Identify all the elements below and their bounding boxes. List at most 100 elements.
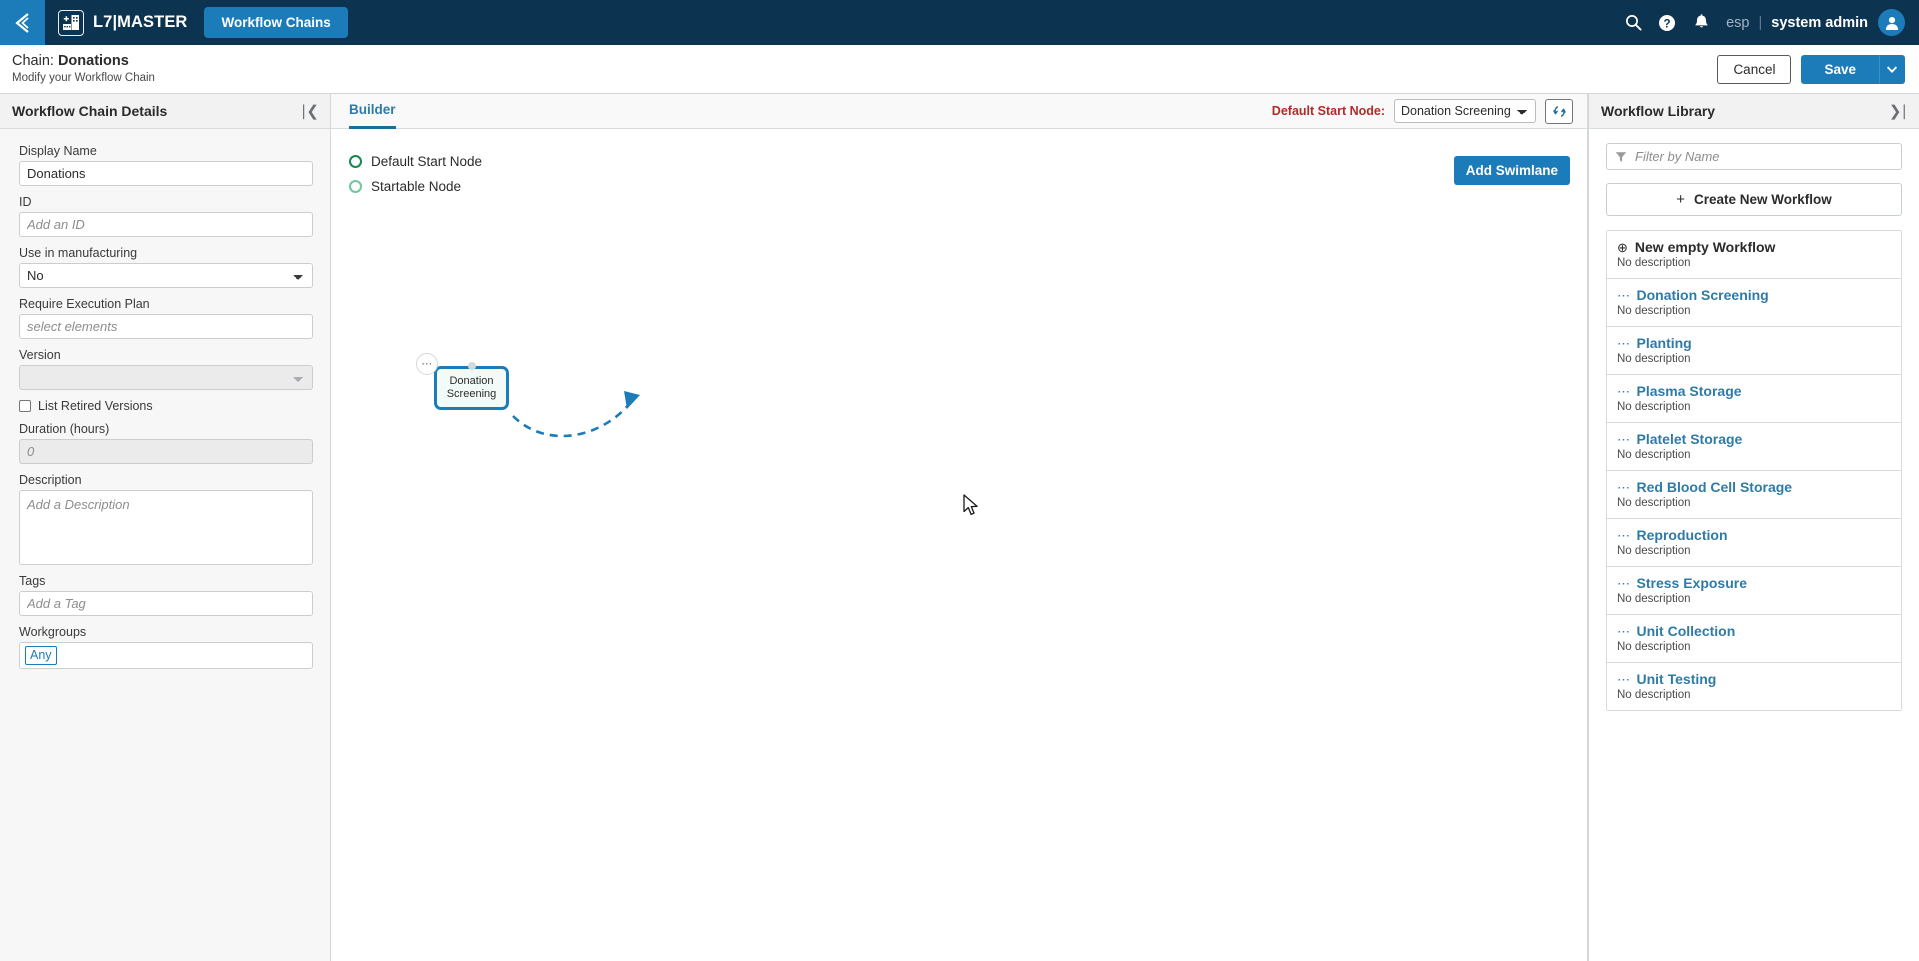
id-label: ID bbox=[19, 195, 32, 209]
bell-icon[interactable] bbox=[1684, 0, 1718, 45]
list-item-name[interactable]: Stress Exposure bbox=[1637, 575, 1748, 591]
add-swimlane-button[interactable]: Add Swimlane bbox=[1453, 156, 1570, 185]
workflow-node-donation-screening[interactable]: Donation Screening ⋯ bbox=[416, 353, 509, 410]
help-circle-icon[interactable]: ? bbox=[1650, 0, 1684, 45]
duration-input[interactable] bbox=[19, 439, 313, 464]
nav-tab-workflow-chains[interactable]: Workflow Chains bbox=[204, 7, 348, 38]
list-item-description: No description bbox=[1617, 497, 1691, 509]
chevron-down-icon bbox=[1887, 65, 1897, 73]
workflow-library-panel: Workflow Library ❯∣ + Create New Workflo… bbox=[1588, 94, 1919, 961]
node-body[interactable]: Donation Screening bbox=[434, 366, 509, 410]
list-item-name[interactable]: Donation Screening bbox=[1637, 287, 1769, 303]
legend-default-start-node: Default Start Node bbox=[349, 154, 482, 169]
workgroups-label: Workgroups bbox=[19, 625, 87, 639]
language-code[interactable]: esp bbox=[1726, 15, 1749, 31]
user-name-label[interactable]: system admin bbox=[1771, 15, 1868, 31]
save-button[interactable]: Save bbox=[1801, 54, 1879, 84]
node-label: Donation Screening bbox=[444, 375, 500, 402]
require-execution-plan-label: Require Execution Plan bbox=[19, 297, 150, 311]
top-navigation-bar: L7|MASTER Workflow Chains ? esp | system… bbox=[0, 0, 1919, 45]
list-item-name[interactable]: Unit Testing bbox=[1637, 671, 1717, 687]
use-in-manufacturing-label: Use in manufacturing bbox=[19, 246, 138, 260]
builder-toolbar: Builder Default Start Node: Donation Scr… bbox=[331, 94, 1587, 129]
legend-label-startable: Startable Node bbox=[371, 179, 462, 194]
list-item-description: No description bbox=[1617, 401, 1691, 413]
list-item[interactable]: ⋯ Stress Exposure No description bbox=[1607, 567, 1901, 615]
description-textarea[interactable] bbox=[19, 490, 313, 565]
collapse-right-icon[interactable]: ❯∣ bbox=[1889, 104, 1908, 119]
list-item-name[interactable]: Unit Collection bbox=[1637, 623, 1736, 639]
refresh-sync-icon[interactable] bbox=[1545, 98, 1573, 124]
list-item-description: No description bbox=[1617, 689, 1691, 701]
user-avatar-icon[interactable] bbox=[1878, 9, 1905, 36]
filter-by-name-input[interactable] bbox=[1606, 143, 1902, 170]
workgroup-chip-any[interactable]: Any bbox=[25, 646, 57, 665]
workgroups-field[interactable]: Any bbox=[19, 642, 313, 669]
list-item[interactable]: ⋯ Plasma Storage No description bbox=[1607, 375, 1901, 423]
tags-label: Tags bbox=[19, 574, 46, 588]
list-item-description: No description bbox=[1617, 545, 1691, 557]
create-new-workflow-button[interactable]: + Create New Workflow bbox=[1606, 183, 1902, 216]
list-item[interactable]: ⋯ Reproduction No description bbox=[1607, 519, 1901, 567]
ellipsis-icon: ⋯ bbox=[1617, 527, 1630, 543]
page-header: Chain: Donations Modify your Workflow Ch… bbox=[0, 45, 1919, 94]
legend-startable-node: Startable Node bbox=[349, 179, 461, 194]
list-item[interactable]: ⋯ Unit Testing No description bbox=[1607, 663, 1901, 710]
tab-builder[interactable]: Builder bbox=[349, 94, 396, 129]
brand-title: L7|MASTER bbox=[93, 13, 188, 31]
default-start-node-select[interactable]: Donation Screening bbox=[1394, 99, 1536, 123]
list-item[interactable]: ⋯ Donation Screening No description bbox=[1607, 279, 1901, 327]
workflow-edge-layer bbox=[512, 391, 640, 438]
duration-label: Duration (hours) bbox=[19, 422, 110, 436]
right-panel-title: Workflow Library bbox=[1601, 103, 1716, 119]
list-item-title-row: ⋯ Donation Screening bbox=[1617, 287, 1891, 303]
chain-details-form: Display Name ID Use in manufacturing No … bbox=[0, 129, 330, 961]
chevron-left-icon bbox=[14, 12, 29, 33]
display-name-input[interactable] bbox=[19, 161, 313, 186]
list-item-name[interactable]: New empty Workflow bbox=[1635, 239, 1776, 255]
node-ellipsis-icon[interactable]: ⋯ bbox=[416, 353, 438, 375]
page-title-prefix: Chain: bbox=[12, 52, 58, 69]
list-item[interactable]: ⋯ Planting No description bbox=[1607, 327, 1901, 375]
plus-circle-icon: ⊕ bbox=[1617, 239, 1628, 255]
version-select[interactable] bbox=[19, 365, 313, 390]
list-retired-versions-row[interactable]: List Retired Versions bbox=[19, 399, 311, 413]
filter-field-wrap bbox=[1606, 143, 1902, 170]
list-item[interactable]: ⋯ Platelet Storage No description bbox=[1607, 423, 1901, 471]
list-item-description: No description bbox=[1617, 257, 1691, 269]
list-item[interactable]: ⋯ Unit Collection No description bbox=[1607, 615, 1901, 663]
page-title-block: Chain: Donations Modify your Workflow Ch… bbox=[12, 53, 155, 86]
collapse-left-icon[interactable]: ∣❮ bbox=[300, 104, 319, 119]
ellipsis-icon: ⋯ bbox=[1617, 383, 1630, 399]
lab-building-icon bbox=[58, 9, 84, 36]
require-execution-plan-input[interactable] bbox=[19, 314, 313, 339]
search-icon[interactable] bbox=[1616, 0, 1650, 45]
list-item[interactable]: ⊕ New empty Workflow No description bbox=[1607, 231, 1901, 279]
id-input[interactable] bbox=[19, 212, 313, 237]
list-item[interactable]: ⋯ Red Blood Cell Storage No description bbox=[1607, 471, 1901, 519]
cancel-button[interactable]: Cancel bbox=[1717, 54, 1792, 84]
mouse-pointer-icon bbox=[963, 494, 978, 516]
list-retired-versions-checkbox[interactable] bbox=[19, 400, 31, 412]
use-in-manufacturing-select[interactable]: No bbox=[19, 263, 313, 288]
workflow-chain-details-panel: Workflow Chain Details ∣❮ Display Name I… bbox=[0, 94, 331, 961]
create-new-workflow-label: Create New Workflow bbox=[1693, 192, 1832, 207]
workflow-library-list: ⊕ New empty Workflow No description ⋯ Donati… bbox=[1606, 230, 1902, 711]
workflow-canvas[interactable]: Default Start Node Startable Node Add Sw… bbox=[331, 129, 1587, 961]
back-button[interactable] bbox=[0, 0, 45, 45]
ellipsis-icon: ⋯ bbox=[1617, 335, 1630, 351]
list-item-title-row: ⋯ Reproduction bbox=[1617, 527, 1891, 543]
save-dropdown-toggle[interactable] bbox=[1879, 54, 1905, 84]
tags-input[interactable] bbox=[19, 591, 313, 616]
list-item-name[interactable]: Reproduction bbox=[1637, 527, 1728, 543]
arrow-head-icon bbox=[624, 391, 640, 409]
node-connection-handle[interactable] bbox=[468, 362, 476, 370]
list-item-name[interactable]: Plasma Storage bbox=[1637, 383, 1742, 399]
list-item-name[interactable]: Planting bbox=[1637, 335, 1692, 351]
list-item-name[interactable]: Red Blood Cell Storage bbox=[1637, 479, 1793, 495]
list-item-name[interactable]: Platelet Storage bbox=[1637, 431, 1743, 447]
page-title: Chain: Donations bbox=[12, 53, 155, 70]
plus-icon: + bbox=[1676, 191, 1685, 208]
list-retired-versions-label: List Retired Versions bbox=[38, 399, 153, 413]
list-item-title-row: ⋯ Unit Testing bbox=[1617, 671, 1891, 687]
